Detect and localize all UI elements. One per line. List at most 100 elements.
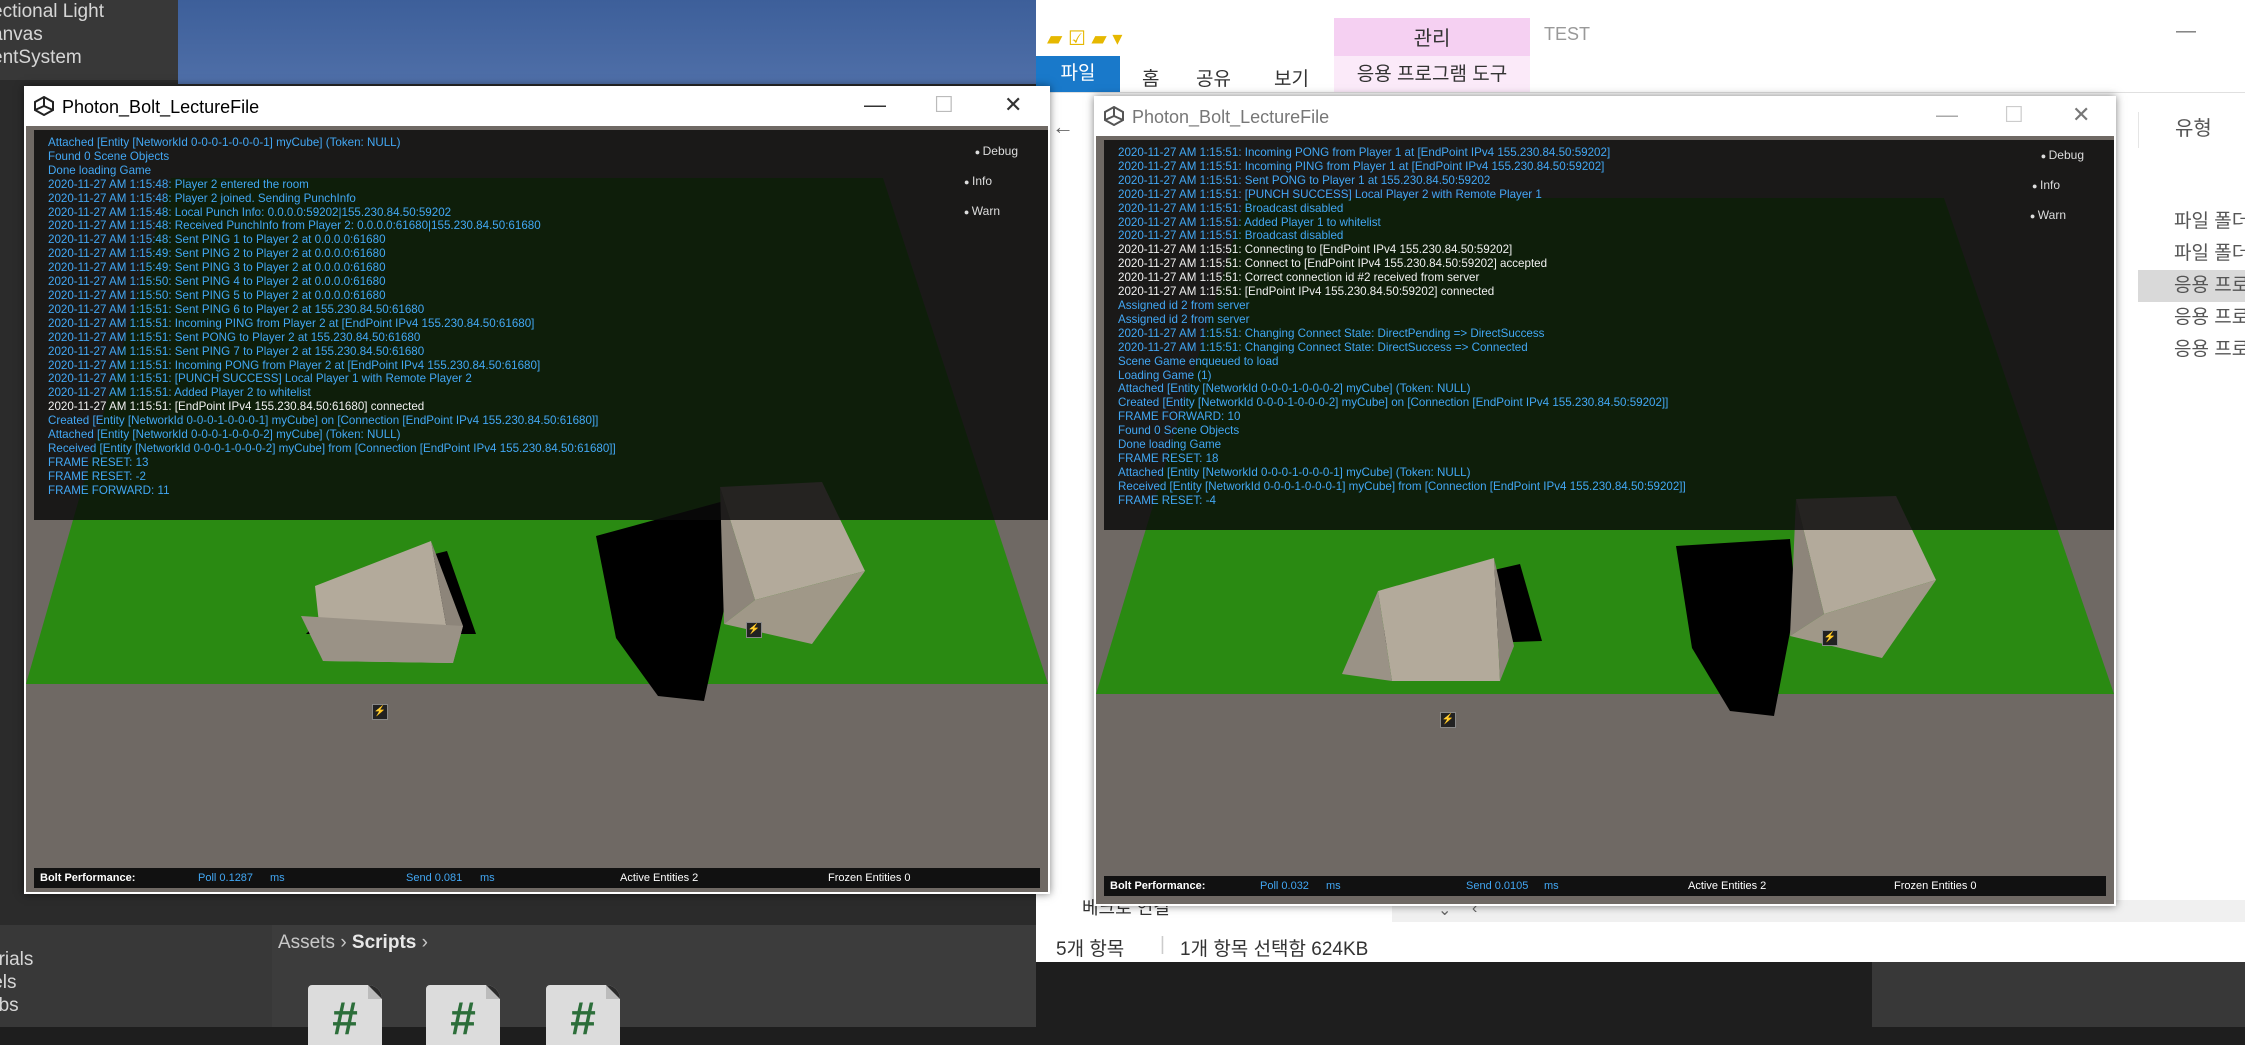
close-button[interactable]: ✕: [2072, 102, 2090, 128]
bolt-performance-bar: Bolt Performance: Poll 0.1287 ms Send 0.…: [34, 868, 1040, 888]
perf-active: Active Entities 2: [620, 872, 699, 884]
log-line: 2020-11-27 AM 1:15:48: Sent PING 1 to Pl…: [48, 233, 386, 247]
file-type-cell[interactable]: 응용 프로그램: [2138, 302, 2245, 334]
tab-view[interactable]: 보기: [1274, 64, 1309, 91]
close-button[interactable]: ✕: [1004, 92, 1022, 118]
log-level-debug[interactable]: Debug: [2041, 148, 2084, 162]
log-line: FRAME RESET: 13: [48, 455, 149, 469]
log-line: 2020-11-27 AM 1:15:51: Sent PONG to Play…: [48, 330, 421, 344]
tab-home[interactable]: 홈: [1142, 64, 1159, 91]
window-title: Photon_Bolt_LectureFile: [1132, 107, 1330, 127]
maximize-button[interactable]: ☐: [2004, 102, 2024, 128]
minimize-button[interactable]: —: [1936, 102, 1958, 128]
log-level-warn[interactable]: Warn: [964, 204, 1000, 218]
log-level-debug[interactable]: Debug: [975, 144, 1018, 158]
game-viewport: ⚡ ⚡ Attached [Entity [NetworkId 0-0-0-1-…: [26, 126, 1048, 892]
project-folder[interactable]: abs: [0, 994, 272, 1017]
breadcrumb: Assets › Scripts ›: [278, 932, 428, 954]
game-window-left: Photon_Bolt_LectureFile — ☐ ✕ ⚡ ⚡ Attach…: [24, 86, 1050, 894]
log-line: 2020-11-27 AM 1:15:48: Player 2 entered …: [48, 177, 309, 191]
minimize-button[interactable]: —: [864, 92, 886, 118]
perf-poll-unit: ms: [270, 872, 285, 884]
back-arrow-icon[interactable]: ←: [1052, 114, 1074, 140]
script-asset-icon[interactable]: #: [308, 985, 382, 1045]
bolt-entity-icon: ⚡: [372, 704, 388, 720]
tab-share[interactable]: 공유: [1196, 64, 1231, 91]
log-line: 2020-11-27 AM 1:15:48: Local Punch Info:…: [48, 205, 452, 219]
perf-poll: Poll 0.1287: [198, 872, 254, 884]
quick-access-toolbar[interactable]: ▰ ☑ ▰ ▾: [1047, 26, 1122, 51]
log-line: 2020-11-27 AM 1:15:51: Connect to [EndPo…: [1118, 257, 1548, 271]
scene-view-sky: [178, 0, 1036, 84]
log-level-warn[interactable]: Warn: [2030, 208, 2066, 222]
bolt-console: 2020-11-27 AM 1:15:51: Incoming PONG fro…: [1104, 140, 2114, 530]
tab-app-tools[interactable]: 응용 프로그램 도구: [1334, 56, 1530, 92]
hierarchy-panel: ectional Light anvas entSystem: [0, 0, 178, 80]
log-level-info[interactable]: Info: [2032, 178, 2060, 192]
bolt-performance-bar: Bolt Performance: Poll 0.032 ms Send 0.0…: [1104, 876, 2106, 896]
perf-active: Active Entities 2: [1688, 880, 1767, 892]
log-line: Assigned id 2 from server: [1118, 312, 1250, 326]
file-type-cell[interactable]: 파일 폴더: [2138, 238, 2245, 270]
log-line: 2020-11-27 AM 1:15:51: [PUNCH SUCCESS] L…: [48, 372, 472, 386]
log-line: 2020-11-27 AM 1:15:49: Sent PING 3 to Pl…: [48, 261, 386, 275]
file-type-cell[interactable]: 파일 폴더: [2138, 206, 2245, 238]
project-folder[interactable]: erials: [0, 948, 272, 971]
log-line: Attached [Entity [NetworkId 0-0-0-1-0-0-…: [1118, 465, 1471, 479]
log-line: Found 0 Scene Objects: [48, 149, 170, 163]
log-line: Assigned id 2 from server: [1118, 298, 1250, 312]
hierarchy-item[interactable]: entSystem: [0, 46, 178, 69]
window-titlebar[interactable]: Photon_Bolt_LectureFile — ☐ ✕: [1094, 96, 2116, 136]
perf-label: Bolt Performance:: [1110, 880, 1206, 892]
bolt-console: Attached [Entity [NetworkId 0-0-0-1-0-0-…: [34, 130, 1048, 520]
project-folders-panel: s erials iels abs: [0, 925, 272, 1027]
maximize-button[interactable]: ☐: [934, 92, 954, 118]
log-line: 2020-11-27 AM 1:15:51: Broadcast disable…: [1118, 201, 1344, 215]
log-line: Done loading Game: [1118, 438, 1222, 452]
hierarchy-item[interactable]: ectional Light: [0, 0, 178, 23]
perf-poll: Poll 0.032: [1260, 880, 1309, 892]
window-title: Photon_Bolt_LectureFile: [62, 97, 260, 117]
log-line: 2020-11-27 AM 1:15:51: Connecting to [En…: [1118, 243, 1513, 257]
perf-send-unit: ms: [480, 872, 495, 884]
unity-logo-icon: [34, 96, 54, 116]
log-line: 2020-11-27 AM 1:15:51: Sent PING 7 to Pl…: [48, 344, 425, 358]
window-titlebar[interactable]: Photon_Bolt_LectureFile — ☐ ✕: [24, 86, 1050, 126]
perf-send: Send 0.0105: [1466, 880, 1529, 892]
column-header-type[interactable]: 유형: [2138, 112, 2245, 148]
selection-info: 1개 항목 선택함 624KB: [1180, 939, 1369, 960]
perf-send: Send 0.081: [406, 872, 463, 884]
log-line: 2020-11-27 AM 1:15:51: Added Player 2 to…: [48, 386, 311, 400]
log-line: 2020-11-27 AM 1:15:51: Incoming PONG fro…: [1118, 146, 1611, 159]
status-bar: 5개 항목 | 1개 항목 선택함 624KB: [1036, 922, 2245, 962]
file-type-cell[interactable]: 응용 프로그램: [2138, 334, 2245, 366]
log-line: 2020-11-27 AM 1:15:51: [PUNCH SUCCESS] L…: [1118, 187, 1542, 201]
chevron-right-icon: ›: [340, 932, 352, 953]
log-line: Attached [Entity [NetworkId 0-0-0-1-0-0-…: [48, 136, 401, 149]
hierarchy-item[interactable]: anvas: [0, 23, 178, 46]
log-line: Loading Game (1): [1118, 368, 1212, 382]
log-line: 2020-11-27 AM 1:15:51: Correct connectio…: [1118, 271, 1480, 285]
script-asset-icon[interactable]: #: [546, 985, 620, 1045]
status-divider: |: [1160, 934, 1165, 955]
project-folder[interactable]: s: [0, 925, 272, 948]
tab-manage[interactable]: 관리: [1334, 18, 1530, 56]
project-folder[interactable]: iels: [0, 971, 272, 994]
log-line: 2020-11-27 AM 1:15:51: [EndPoint IPv4 15…: [48, 400, 425, 414]
perf-label: Bolt Performance:: [40, 872, 136, 884]
log-line: FRAME FORWARD: 11: [48, 483, 170, 497]
log-level-info[interactable]: Info: [964, 174, 992, 188]
script-asset-icon[interactable]: #: [426, 985, 500, 1045]
log-line: 2020-11-27 AM 1:15:50: Sent PING 4 to Pl…: [48, 275, 386, 289]
file-type-cell-selected[interactable]: 응용 프로그램: [2138, 270, 2245, 302]
log-line: Created [Entity [NetworkId 0-0-0-1-0-0-0…: [1118, 396, 1669, 410]
minimize-button[interactable]: —: [2176, 20, 2196, 43]
game-window-right: Photon_Bolt_LectureFile — ☐ ✕ ⚡ ⚡ 2020-1…: [1094, 96, 2116, 906]
breadcrumb-scripts[interactable]: Scripts: [352, 932, 416, 953]
perf-frozen: Frozen Entities 0: [1894, 880, 1977, 892]
log-line: Attached [Entity [NetworkId 0-0-0-1-0-0-…: [48, 428, 401, 442]
log-line: FRAME RESET: 18: [1118, 451, 1219, 465]
breadcrumb-assets[interactable]: Assets: [278, 932, 335, 953]
bolt-entity-icon: ⚡: [746, 622, 762, 638]
log-line: Scene Game enqueued to load: [1118, 354, 1279, 368]
